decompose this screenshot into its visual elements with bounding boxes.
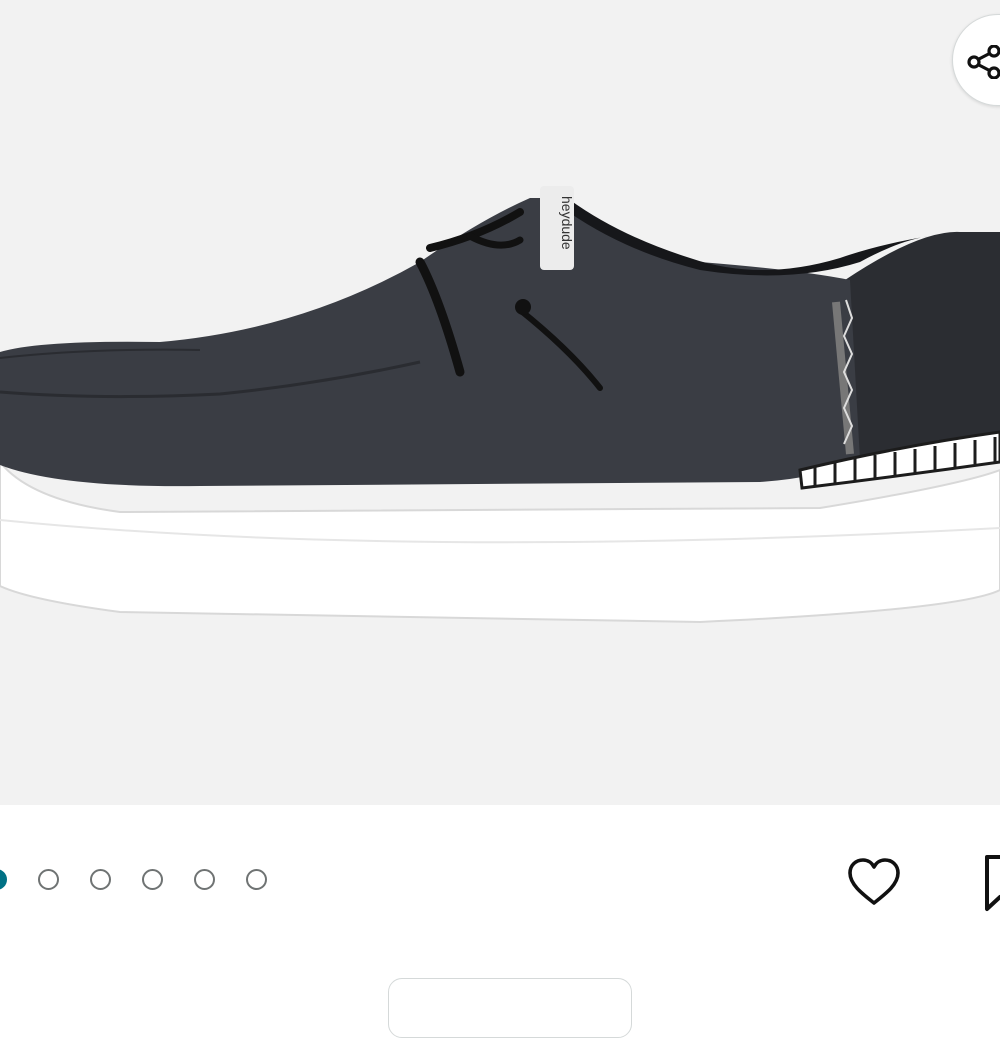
carousel-dot[interactable] xyxy=(246,869,267,890)
like-button[interactable] xyxy=(844,853,904,913)
product-image-area[interactable]: heydude xyxy=(0,0,1000,805)
save-button[interactable] xyxy=(980,851,1000,915)
bottom-sheet-handle[interactable] xyxy=(388,978,632,1038)
carousel-dot[interactable] xyxy=(194,869,215,890)
carousel-dot[interactable] xyxy=(90,869,111,890)
share-icon xyxy=(967,45,1000,79)
brand-tag-text: heydude xyxy=(559,196,575,250)
carousel-dot[interactable] xyxy=(38,869,59,890)
carousel-dot[interactable] xyxy=(0,869,7,890)
image-actions-bar xyxy=(0,805,1000,1000)
bookmark-icon xyxy=(985,855,1000,911)
carousel-dot[interactable] xyxy=(142,869,163,890)
heart-icon xyxy=(848,858,900,905)
product-image[interactable]: heydude xyxy=(0,0,1000,805)
